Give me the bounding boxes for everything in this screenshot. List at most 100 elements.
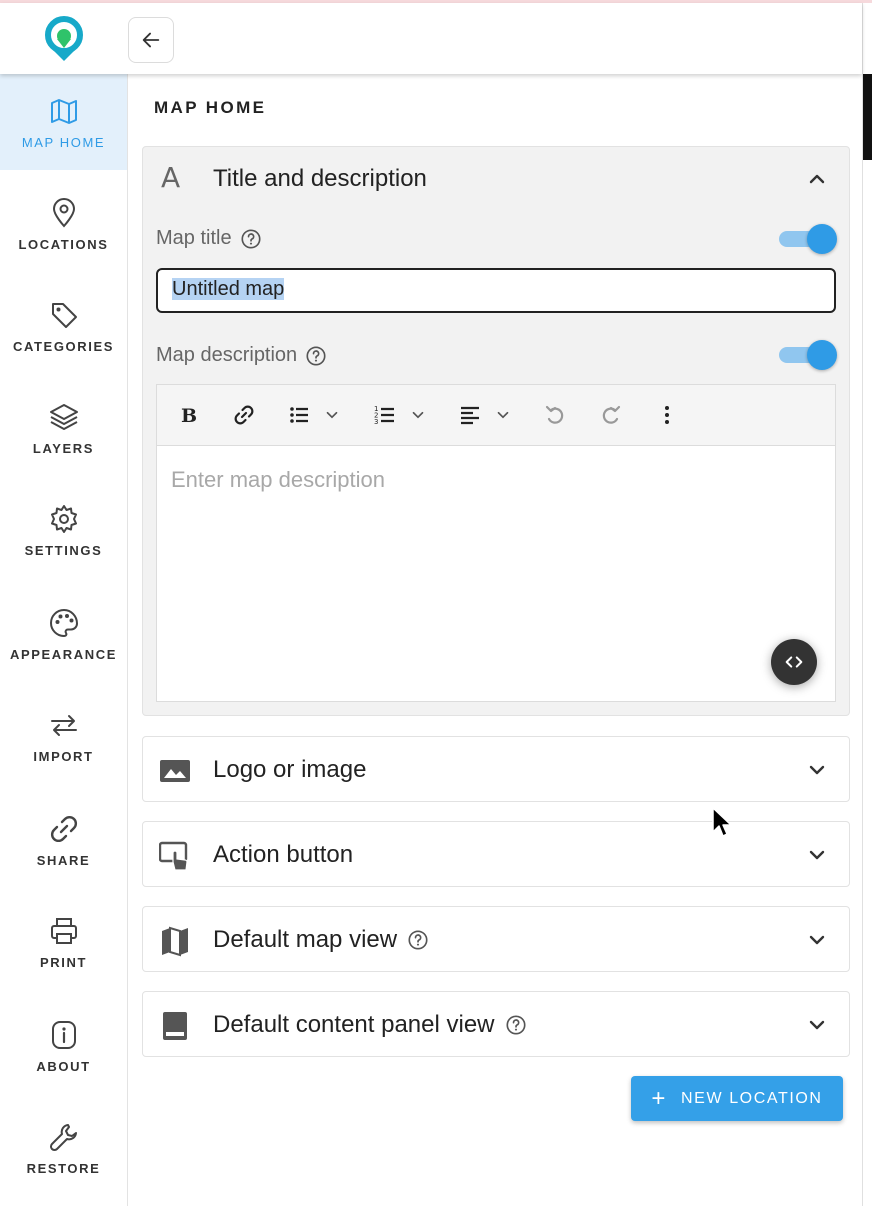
gear-icon <box>50 504 77 533</box>
tag-icon <box>51 302 77 328</box>
action-button-panel[interactable]: Action button <box>142 821 850 887</box>
title-description-header[interactable]: A Title and description <box>143 147 849 211</box>
chevron-down-icon <box>497 411 509 419</box>
sidebar-item-label: SETTINGS <box>24 542 103 558</box>
undo-button[interactable] <box>543 402 567 428</box>
sidebar-item-label: ABOUT <box>36 1058 91 1074</box>
align-left-icon <box>461 406 479 425</box>
mouse-cursor-icon <box>712 807 732 837</box>
chevron-down-icon[interactable] <box>805 1013 829 1037</box>
editor-toolbar: B 123 <box>157 385 835 446</box>
printer-icon <box>50 917 77 944</box>
help-icon[interactable] <box>240 228 262 250</box>
align-button[interactable] <box>458 402 512 428</box>
info-icon <box>51 1020 76 1049</box>
sidebar-item-locations[interactable]: LOCATIONS <box>0 176 127 272</box>
swap-arrows-icon <box>50 714 77 736</box>
svg-text:3: 3 <box>374 418 378 426</box>
chevron-down-icon[interactable] <box>805 928 829 952</box>
sidebar-item-print[interactable]: PRINT <box>0 894 127 990</box>
sidebar-item-label: SHARE <box>36 852 91 868</box>
right-scroll-edge <box>862 3 872 1206</box>
sidebar-item-label: MAP HOME <box>21 134 106 150</box>
undo-icon <box>545 405 564 424</box>
wrench-icon <box>49 1123 77 1151</box>
bold-button[interactable]: B <box>177 402 201 428</box>
map-icon <box>50 98 77 124</box>
sidebar: MAP HOME LOCATIONS CATEGORIES LAYERS SET… <box>0 74 128 1206</box>
map-title-input[interactable]: Untitled map <box>156 268 836 313</box>
bullet-list-button[interactable] <box>287 402 341 428</box>
panel-title: Default content panel view <box>213 1011 527 1039</box>
top-bar <box>0 3 862 74</box>
sidebar-item-layers[interactable]: LAYERS <box>0 380 127 476</box>
panel-title: Default map view <box>213 926 429 954</box>
sidebar-item-restore[interactable]: RESTORE <box>0 1100 127 1196</box>
plus-icon: + <box>651 1084 668 1112</box>
help-icon[interactable] <box>407 929 429 951</box>
page-title: MAP HOME <box>154 98 267 117</box>
layers-icon <box>49 403 78 430</box>
chevron-down-icon[interactable] <box>805 758 829 782</box>
map-description-toggle[interactable] <box>777 339 837 370</box>
sidebar-item-categories[interactable]: CATEGORIES <box>0 278 127 374</box>
palette-icon <box>49 608 78 637</box>
description-editor: B 123 Enter map description <box>156 384 836 702</box>
redo-button[interactable] <box>599 402 623 428</box>
numbered-list-icon: 123 <box>374 405 394 426</box>
bold-icon: B <box>181 405 197 427</box>
help-icon[interactable] <box>305 345 327 367</box>
sidebar-item-share[interactable]: SHARE <box>0 792 127 888</box>
panel-title-text: Default content panel view <box>213 1011 495 1038</box>
link-icon <box>234 405 254 425</box>
sidebar-item-label: RESTORE <box>26 1160 101 1176</box>
map-title-label: Map title <box>156 227 262 250</box>
chevron-up-icon[interactable] <box>805 167 829 191</box>
help-icon[interactable] <box>505 1014 527 1036</box>
logo-image-panel[interactable]: Logo or image <box>142 736 850 802</box>
default-map-view-panel[interactable]: Default map view <box>142 906 850 972</box>
map-title-toggle[interactable] <box>777 223 837 254</box>
new-location-button[interactable]: + NEW LOCATION <box>631 1076 843 1121</box>
sidebar-item-label: PRINT <box>40 954 87 970</box>
link-button[interactable] <box>232 402 256 428</box>
sidebar-item-appearance[interactable]: APPEARANCE <box>0 586 127 682</box>
default-content-panel-view-panel[interactable]: Default content panel view <box>142 991 850 1057</box>
image-icon <box>160 760 190 782</box>
new-location-label: NEW LOCATION <box>681 1089 823 1107</box>
panel-icon <box>163 1012 187 1040</box>
chevron-down-icon <box>326 411 338 419</box>
numbered-list-button[interactable]: 123 <box>373 402 427 428</box>
app-logo-icon[interactable] <box>42 15 86 65</box>
sidebar-item-label: APPEARANCE <box>9 646 117 662</box>
scrollbar-thumb[interactable] <box>863 74 872 160</box>
title-description-panel: A Title and description Map title Untitl… <box>142 146 850 716</box>
main-content: MAP HOME A Title and description Map tit… <box>128 74 862 1206</box>
sidebar-item-map-home[interactable]: MAP HOME <box>0 74 127 170</box>
panel-title: Logo or image <box>213 756 366 784</box>
more-options-button[interactable] <box>655 402 679 428</box>
panel-title-text: Logo or image <box>213 756 367 783</box>
chevron-down-icon[interactable] <box>805 843 829 867</box>
sidebar-item-label: CATEGORIES <box>13 338 114 354</box>
bullet-list-icon <box>290 407 308 423</box>
sidebar-item-label: LAYERS <box>32 440 95 456</box>
map-description-label: Map description <box>156 344 327 367</box>
map-title-value: Untitled map <box>172 278 285 300</box>
more-vertical-icon <box>665 406 669 424</box>
panel-title-text: Default map view <box>213 926 398 953</box>
sidebar-item-label: IMPORT <box>33 748 94 764</box>
map-description-label-text: Map description <box>156 344 298 366</box>
touch-screen-icon <box>159 841 188 871</box>
map-title-label-text: Map title <box>156 227 232 249</box>
panel-title-text: Action button <box>213 841 354 868</box>
code-icon <box>785 656 803 668</box>
description-placeholder[interactable]: Enter map description <box>171 467 385 493</box>
link-icon <box>50 815 77 842</box>
back-button[interactable] <box>128 17 174 63</box>
chevron-down-icon <box>412 411 424 419</box>
sidebar-item-import[interactable]: IMPORT <box>0 688 127 784</box>
sidebar-item-about[interactable]: ABOUT <box>0 998 127 1094</box>
code-view-button[interactable] <box>771 639 817 685</box>
sidebar-item-settings[interactable]: SETTINGS <box>0 482 127 578</box>
